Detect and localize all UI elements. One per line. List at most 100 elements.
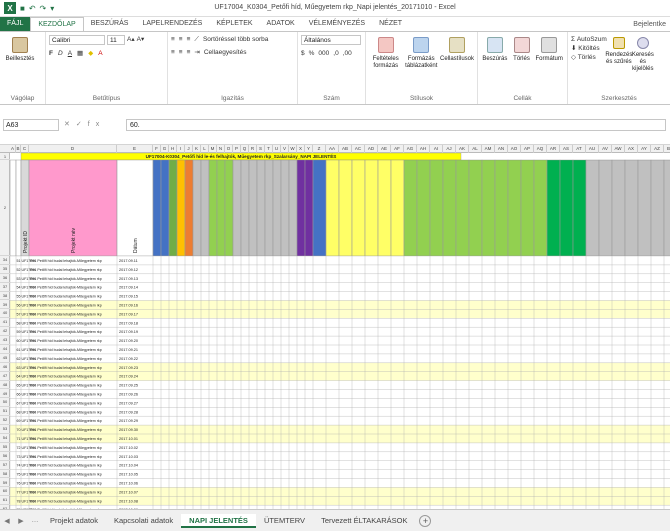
ribbon-tab-4[interactable]: KÉPLETEK — [209, 17, 259, 31]
column-header[interactable]: AF — [391, 145, 404, 153]
column-header[interactable]: I — [177, 145, 185, 153]
wrap-text-button[interactable]: Sortöréssel több sorba — [203, 35, 268, 44]
row-header[interactable]: 49 — [0, 390, 10, 399]
column-header[interactable]: G — [161, 145, 169, 153]
fx-icon[interactable]: fx — [88, 121, 105, 128]
column-header[interactable]: AA — [326, 145, 339, 153]
column-header[interactable]: BA — [664, 145, 670, 153]
ribbon-tab-3[interactable]: LAPELRENDEZÉS — [135, 17, 209, 31]
thousands-icon[interactable]: 000 — [318, 49, 329, 58]
find-select-button[interactable]: Keresés és kijelölés — [631, 35, 655, 73]
column-header[interactable]: AR — [547, 145, 560, 153]
column-header[interactable]: L — [201, 145, 209, 153]
row-header[interactable]: 44 — [0, 345, 10, 354]
column-header[interactable]: AL — [469, 145, 482, 153]
row-header[interactable]: 55 — [0, 443, 10, 452]
row-header[interactable]: 43 — [0, 336, 10, 345]
column-header[interactable]: V — [281, 145, 289, 153]
conditional-format-button[interactable]: Feltételes formázás — [369, 35, 403, 104]
column-header[interactable]: K — [193, 145, 201, 153]
sheet-tab-1[interactable]: Kapcsolati adatok — [106, 514, 181, 528]
number-format-select[interactable]: Általános — [301, 35, 361, 45]
column-header[interactable]: X — [297, 145, 305, 153]
sheet-tab-2[interactable]: NAPI JELENTÉS — [181, 513, 256, 528]
column-header[interactable]: D — [29, 145, 117, 153]
column-header[interactable]: S — [257, 145, 265, 153]
row-header[interactable]: 40 — [0, 309, 10, 319]
sheet-tab-4[interactable]: Tervezett ÉLTAKARÁSOK — [313, 514, 415, 528]
column-header[interactable]: AK — [456, 145, 469, 153]
column-header[interactable]: AI — [430, 145, 443, 153]
column-header[interactable]: AP — [521, 145, 534, 153]
column-header[interactable]: J — [185, 145, 193, 153]
orientation-icon[interactable]: ⟋ — [194, 35, 199, 44]
ribbon-tab-7[interactable]: NÉZET — [372, 17, 409, 31]
row-header[interactable]: 59 — [0, 479, 10, 488]
format-as-table-button[interactable]: Formázás táblázatként — [405, 35, 439, 104]
fill-color-icon[interactable]: ◆ — [88, 49, 93, 58]
column-header[interactable]: AO — [508, 145, 521, 153]
name-box[interactable]: A63 — [3, 119, 59, 131]
row-header[interactable]: 53 — [0, 425, 10, 434]
ribbon-tab-6[interactable]: VÉLEMÉNYEZÉS — [302, 17, 372, 31]
column-header[interactable]: AY — [638, 145, 651, 153]
bold-button[interactable]: F — [49, 49, 53, 58]
row-header[interactable]: 45 — [0, 354, 10, 363]
sort-filter-button[interactable]: Rendezés és szűrés — [605, 35, 632, 73]
column-header[interactable]: H — [169, 145, 177, 153]
column-header[interactable]: O — [225, 145, 233, 153]
column-header[interactable]: AM — [482, 145, 495, 153]
font-name-select[interactable]: Calibri — [49, 35, 105, 45]
delete-cells-button[interactable]: Törlés — [509, 35, 535, 104]
column-header[interactable]: C — [21, 145, 29, 153]
row-header[interactable]: 1 — [0, 153, 10, 160]
row-header[interactable]: 39 — [0, 301, 10, 310]
font-color-icon[interactable]: A — [98, 49, 102, 58]
column-header[interactable]: AU — [586, 145, 599, 153]
align-left-icon[interactable]: ≡ — [171, 48, 175, 57]
align-middle-icon[interactable]: ≡ — [179, 35, 183, 44]
increase-decimal-icon[interactable]: ,0 — [333, 49, 338, 58]
row-header[interactable]: 46 — [0, 363, 10, 372]
column-header[interactable]: AG — [404, 145, 417, 153]
column-header[interactable]: M — [209, 145, 217, 153]
column-header[interactable]: E — [117, 145, 153, 153]
align-top-icon[interactable]: ≡ — [171, 35, 175, 44]
column-header[interactable]: Y — [305, 145, 313, 153]
format-cells-button[interactable]: Formátum — [534, 35, 564, 104]
column-header[interactable]: U — [273, 145, 281, 153]
row-header[interactable]: 58 — [0, 470, 10, 479]
percent-icon[interactable]: % — [309, 49, 315, 58]
more-sheets-icon[interactable]: … — [28, 517, 42, 524]
row-header[interactable]: 60 — [0, 487, 10, 497]
column-header[interactable]: Z — [313, 145, 326, 153]
ribbon-tab-5[interactable]: ADATOK — [260, 17, 302, 31]
column-header[interactable]: AW — [612, 145, 625, 153]
column-header[interactable]: AC — [352, 145, 365, 153]
column-header[interactable]: AX — [625, 145, 638, 153]
row-header[interactable]: 41 — [0, 318, 10, 328]
sheet-tab-0[interactable]: Projekt adatok — [42, 514, 106, 528]
column-header[interactable]: AB — [339, 145, 352, 153]
column-header[interactable]: W — [289, 145, 297, 153]
row-header[interactable]: 57 — [0, 461, 10, 470]
column-header[interactable]: AH — [417, 145, 430, 153]
autosum-button[interactable]: Σ AutoSzum — [571, 35, 607, 44]
column-header[interactable]: P — [233, 145, 241, 153]
row-header[interactable]: 36 — [0, 274, 10, 283]
column-header[interactable]: AS — [560, 145, 573, 153]
currency-icon[interactable]: $ — [301, 49, 305, 58]
column-header[interactable]: AJ — [443, 145, 456, 153]
font-size-select[interactable]: 11 — [107, 35, 125, 45]
prev-sheet-icon[interactable]: ◀ — [0, 517, 14, 525]
row-header[interactable]: 42 — [0, 327, 10, 337]
row-header[interactable]: 52 — [0, 416, 10, 426]
row-header[interactable]: 37 — [0, 283, 10, 292]
indent-icon[interactable]: ⇥ — [194, 48, 199, 57]
column-header[interactable]: AD — [365, 145, 378, 153]
ribbon-tab-2[interactable]: BESZÚRÁS — [84, 17, 136, 31]
row-header[interactable]: 61 — [0, 496, 10, 506]
row-header[interactable]: 47 — [0, 372, 10, 381]
borders-icon[interactable]: ▦ — [77, 49, 83, 58]
row-header[interactable]: 54 — [0, 434, 10, 443]
